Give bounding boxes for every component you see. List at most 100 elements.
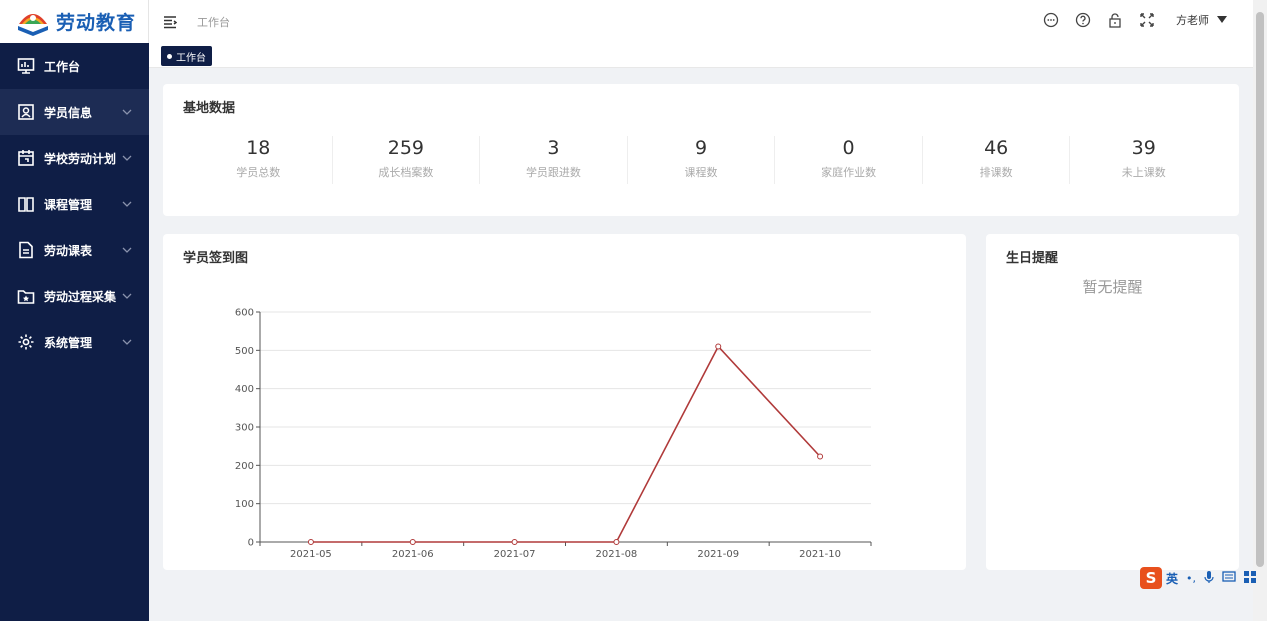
stat-growth-records[interactable]: 259 成长档案数 xyxy=(333,136,481,184)
help-icon[interactable] xyxy=(1074,11,1092,29)
stat-value: 3 xyxy=(547,137,560,159)
stat-value: 46 xyxy=(984,137,1009,159)
ime-language[interactable]: 英 xyxy=(1166,570,1178,587)
folder-star-icon xyxy=(16,286,36,306)
birthday-title: 生日提醒 xyxy=(1006,251,1059,266)
caret-down-icon[interactable] xyxy=(1217,16,1227,24)
sidebar-item-system-management[interactable]: 系统管理 xyxy=(0,319,149,365)
sidebar-item-labor-plan[interactable]: 学校劳动计划 xyxy=(0,135,149,181)
x-tick-label: 2021-05 xyxy=(290,549,332,560)
stat-label: 排课数 xyxy=(979,166,1013,179)
ime-toolbar[interactable]: S 英 •, xyxy=(1140,567,1257,589)
page-scrollbar[interactable] xyxy=(1253,0,1267,621)
stat-students[interactable]: 18 学员总数 xyxy=(185,136,333,184)
logo-icon xyxy=(16,8,50,36)
stat-value: 0 xyxy=(842,137,855,159)
stat-label: 课程数 xyxy=(684,166,718,179)
checkin-line-chart: 0 100 200 300 400 500 600 2021-05 2021-06 2021-07… xyxy=(235,308,872,560)
x-tick-label: 2021-08 xyxy=(596,549,638,560)
chevron-down-icon xyxy=(122,247,132,253)
sidebar-item-label: 课程管理 xyxy=(44,197,93,212)
sidebar-item-label: 劳动过程采集 xyxy=(44,289,117,304)
stat-value: 18 xyxy=(246,137,271,159)
y-tick-label: 400 xyxy=(235,384,254,395)
stat-value: 39 xyxy=(1131,137,1156,159)
stat-value: 9 xyxy=(694,137,708,159)
x-tick-label: 2021-07 xyxy=(494,549,536,560)
ime-punctuation-icon[interactable]: •, xyxy=(1186,572,1196,585)
stat-label: 家庭作业数 xyxy=(821,166,877,179)
tag-label: 工作台 xyxy=(176,52,206,64)
chevron-down-icon xyxy=(122,109,132,115)
stat-unattended[interactable]: 39 未上课数 xyxy=(1070,136,1217,184)
x-tick-label: 2021-10 xyxy=(799,549,841,560)
y-tick-label: 0 xyxy=(248,538,254,549)
microphone-icon[interactable] xyxy=(1204,570,1214,587)
tag-dot xyxy=(167,53,172,59)
data-point xyxy=(613,539,620,545)
user-name[interactable]: 方老师 xyxy=(1176,12,1209,28)
y-tick-label: 600 xyxy=(235,308,254,319)
breadcrumb[interactable]: 工作台 xyxy=(197,14,230,30)
data-point xyxy=(409,539,416,545)
stat-label: 未上课数 xyxy=(1121,166,1166,179)
x-tick-label: 2021-06 xyxy=(392,549,434,560)
base-data-card: 基地数据 18 学员总数 259 成长档案数 3 学员跟进数 9 课程数 0 家… xyxy=(163,84,1239,216)
app-title: 劳动教育 xyxy=(56,12,137,34)
book-icon xyxy=(16,194,36,214)
y-tick-label: 200 xyxy=(235,461,254,472)
sidebar-item-course-management[interactable]: 课程管理 xyxy=(0,181,149,227)
ime-logo-icon: S xyxy=(1140,567,1162,589)
sidebar-item-workbench[interactable]: 工作台 xyxy=(0,43,149,89)
sidebar-item-labor-schedule[interactable]: 劳动课表 xyxy=(0,227,149,273)
message-icon[interactable] xyxy=(1042,11,1060,29)
monitor-icon xyxy=(16,56,36,76)
calendar-icon xyxy=(16,148,36,168)
sidebar-item-label: 劳动课表 xyxy=(44,243,93,258)
y-tick-label: 300 xyxy=(235,423,254,434)
stat-value: 259 xyxy=(387,137,424,159)
logo[interactable]: 劳动教育 xyxy=(0,0,149,43)
menu-fold-icon[interactable] xyxy=(163,15,177,29)
stat-followups[interactable]: 3 学员跟进数 xyxy=(480,136,628,184)
person-card-icon xyxy=(16,102,36,122)
sidebar: 劳动教育 工作台 学员信息 学校劳动计划 课程管理 劳动课表 劳动过程采集 系统… xyxy=(0,0,149,621)
data-point xyxy=(715,343,722,350)
x-tick-label: 2021-09 xyxy=(697,549,739,560)
keyboard-icon[interactable] xyxy=(1222,571,1236,585)
birthday-card: 生日提醒 暂无提醒 xyxy=(986,234,1239,570)
document-icon xyxy=(16,240,36,260)
stat-schedules[interactable]: 46 排课数 xyxy=(923,136,1071,184)
sidebar-item-label: 系统管理 xyxy=(44,335,93,350)
base-data-title: 基地数据 xyxy=(183,101,236,116)
scrollbar-thumb[interactable] xyxy=(1256,12,1264,567)
birthday-empty-text: 暂无提醒 xyxy=(1082,278,1143,296)
sidebar-item-label: 学校劳动计划 xyxy=(44,151,117,166)
data-point xyxy=(307,539,314,545)
top-header: 工作台 方老师 xyxy=(149,0,1253,43)
checkin-chart-card: 学员签到图 0 100 200 300 400 500 600 2021-05 2021-06 2… xyxy=(163,234,966,570)
sidebar-item-label: 工作台 xyxy=(44,59,81,74)
chevron-down-icon xyxy=(122,201,132,207)
chevron-down-icon xyxy=(122,155,132,161)
sidebar-item-student-info[interactable]: 学员信息 xyxy=(0,89,149,135)
chevron-down-icon xyxy=(122,339,132,345)
sidebar-item-process-collection[interactable]: 劳动过程采集 xyxy=(0,273,149,319)
stat-courses[interactable]: 9 课程数 xyxy=(628,136,776,184)
data-point xyxy=(511,539,518,545)
grid-menu-icon[interactable] xyxy=(1244,570,1257,586)
tags-bar: 工作台 xyxy=(149,43,1253,68)
tag-workbench[interactable]: 工作台 xyxy=(161,46,212,66)
sidebar-item-label: 学员信息 xyxy=(44,105,93,120)
stat-label: 学员总数 xyxy=(236,166,281,179)
lock-icon[interactable] xyxy=(1106,11,1124,29)
stat-label: 成长档案数 xyxy=(378,166,434,179)
stat-homework[interactable]: 0 家庭作业数 xyxy=(775,136,923,184)
chevron-down-icon xyxy=(122,293,132,299)
stat-label: 学员跟进数 xyxy=(525,166,581,179)
header-actions: 方老师 xyxy=(1028,11,1227,29)
series-line xyxy=(310,345,821,543)
fullscreen-icon[interactable] xyxy=(1138,11,1156,29)
gear-icon xyxy=(16,332,36,352)
stats-row: 18 学员总数 259 成长档案数 3 学员跟进数 9 课程数 0 家庭作业数 … xyxy=(185,136,1217,184)
